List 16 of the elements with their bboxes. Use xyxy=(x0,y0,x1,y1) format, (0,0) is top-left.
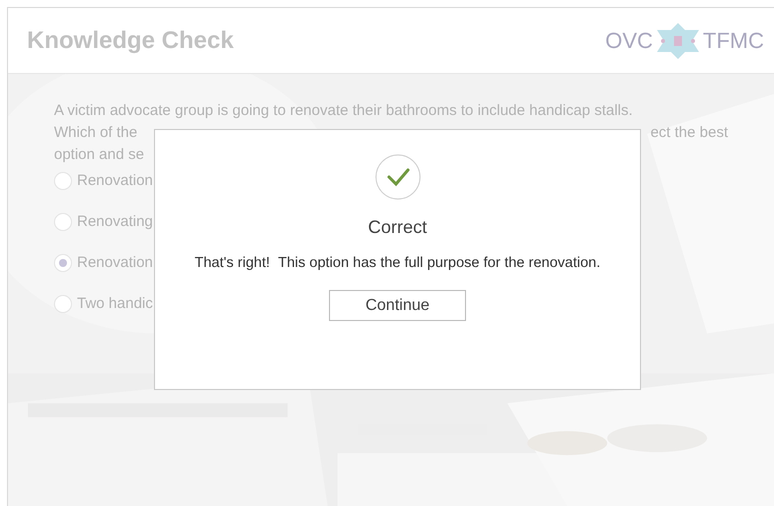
option-label: Renovation xyxy=(77,253,153,273)
page-title: Knowledge Check xyxy=(27,26,234,56)
star-emblem-icon xyxy=(654,22,701,60)
dialog-title: Correct xyxy=(368,216,427,239)
question-text: A victim advocate group is going to renovate their bathrooms to include handicap stalls. xyxy=(54,101,633,121)
option-label: Renovation xyxy=(77,171,153,191)
question-text: ect the best xyxy=(650,123,728,143)
option-label: Two handic xyxy=(77,294,153,314)
logo-text: TFMC xyxy=(702,27,764,55)
dialog-message: That's right! This option has the full purpose for the renovation. xyxy=(194,254,602,273)
question-text: option and se xyxy=(54,145,144,165)
check-icon xyxy=(374,154,420,200)
option-label: Renovating xyxy=(77,212,153,232)
logo-text: OVC xyxy=(605,27,653,55)
continue-button[interactable]: Continue xyxy=(329,290,466,321)
question-text: Which of the xyxy=(54,123,138,143)
